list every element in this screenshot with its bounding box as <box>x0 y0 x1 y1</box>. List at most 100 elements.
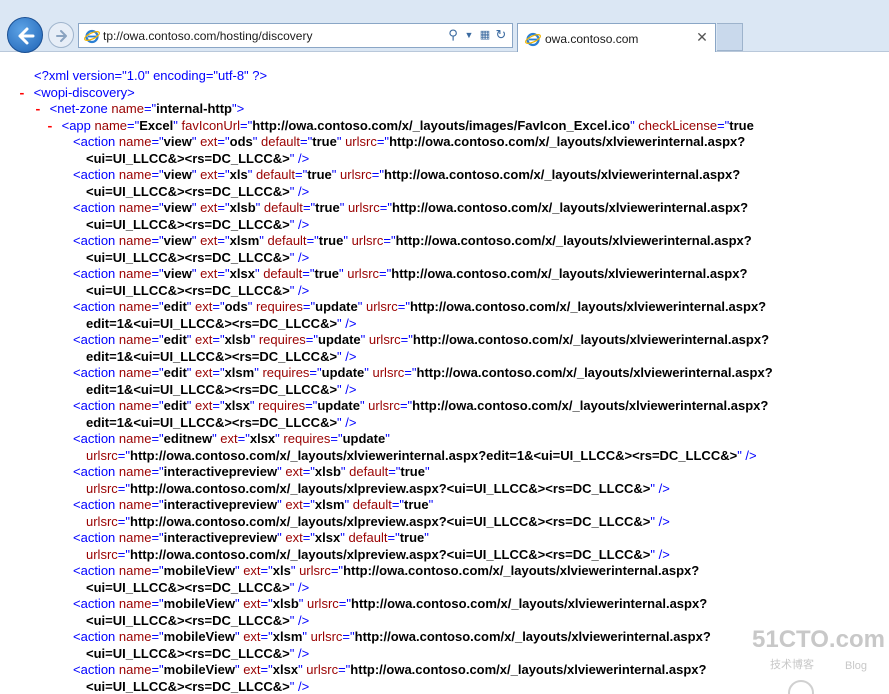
xml-markup: =" <box>217 266 230 281</box>
xml-attribute-name: default <box>267 233 307 248</box>
xml-markup: =" <box>212 365 225 380</box>
xml-markup: " <box>340 464 350 479</box>
xml-attribute-name: requires <box>255 299 303 314</box>
tab-owa[interactable]: owa.contoso.com ✕ <box>517 23 716 52</box>
xml-attribute-name: name <box>118 365 152 380</box>
xml-markup: =" <box>305 332 319 347</box>
xml-attribute-value: update <box>318 332 361 347</box>
xml-markup: " <box>424 530 429 545</box>
xml-attribute-value: edit=1&<ui=UI_LLCC&><rs=DC_LLCC&> <box>86 348 338 364</box>
xml-attribute-value: <ui=UI_LLCC&><rs=DC_LLCC&> <box>86 216 290 232</box>
xml-attribute-name: name <box>118 530 152 545</box>
xml-markup: " <box>234 662 244 677</box>
xml-attribute-name: urlsrc <box>86 447 118 463</box>
xml-markup: =" <box>338 662 351 677</box>
collapse-toggle[interactable]: - <box>18 86 34 101</box>
tab-ie-logo-icon <box>525 32 541 47</box>
xml-attribute-value: http://owa.contoso.com/x/_layouts/xlview… <box>416 365 773 380</box>
xml-markup: =" <box>302 200 316 215</box>
xml-attribute-value: mobileView <box>163 662 235 677</box>
xml-markup: =" <box>302 266 315 281</box>
xml-attribute-value: <ui=UI_LLCC&><rs=DC_LLCC&> <box>86 183 290 199</box>
xml-markup: " <box>234 563 244 578</box>
xml-markup: <action <box>73 497 119 512</box>
xml-attribute-name: urlsrc <box>307 596 339 611</box>
address-bar[interactable]: tp://owa.contoso.com/hosting/discovery ⚲… <box>78 23 513 48</box>
compatibility-icon[interactable]: ▦ <box>477 27 493 43</box>
xml-attribute-name: urlsrc <box>365 299 398 314</box>
xml-attribute-value: xlsx <box>249 431 276 446</box>
new-tab-button[interactable] <box>717 23 743 51</box>
xml-line: <action name="edit" ext="xlsm" requires=… <box>73 364 773 381</box>
xml-markup: <?xml version="1.0" encoding="utf-8" ?> <box>34 68 268 83</box>
close-icon[interactable]: ✕ <box>694 29 710 45</box>
xml-attribute-name: name <box>118 266 152 281</box>
xml-markup: =" <box>397 299 410 314</box>
xml-markup: =" <box>127 117 140 133</box>
xml-markup: " /> <box>289 150 310 166</box>
xml-attribute-value: http://owa.contoso.com/x/_layouts/images… <box>252 117 631 133</box>
collapse-toggle[interactable]: - <box>46 119 62 134</box>
xml-attribute-value: <ui=UI_LLCC&><rs=DC_LLCC&> <box>86 678 290 694</box>
xml-markup: " /> <box>650 546 670 562</box>
xml-attribute-value: ods <box>229 134 253 149</box>
search-icon[interactable]: ⚲ <box>445 27 461 43</box>
xml-markup: =" <box>151 629 164 644</box>
back-button[interactable] <box>7 17 43 53</box>
xml-attribute-name: name <box>118 431 152 446</box>
xml-markup: " <box>186 332 196 347</box>
xml-markup: " <box>250 332 259 347</box>
xml-markup: " <box>191 200 201 215</box>
xml-markup: =" <box>151 200 164 215</box>
xml-markup: " <box>249 398 259 413</box>
xml-line: <action name="mobileView" ext="xls" urls… <box>73 562 699 579</box>
xml-markup: =" <box>260 629 273 644</box>
address-text[interactable]: tp://owa.contoso.com/hosting/discovery <box>103 29 312 43</box>
xml-markup: <action <box>73 596 119 611</box>
xml-attribute-name: urlsrc <box>86 480 118 496</box>
xml-attribute-name: ext <box>220 431 238 446</box>
xml-markup: =" <box>306 233 319 248</box>
xml-attribute-name: ext <box>200 134 218 149</box>
dropdown-icon[interactable]: ▼ <box>461 27 477 43</box>
xml-line: - <app name="Excel" favIconUrl="http://o… <box>46 117 754 134</box>
xml-attribute-value: http://owa.contoso.com/x/_layouts/xlview… <box>350 662 707 677</box>
xml-line: <ui=UI_LLCC&><rs=DC_LLCC&>" /> <box>86 249 309 266</box>
xml-attribute-value: xlsx <box>229 266 255 281</box>
xml-attribute-name: name <box>118 167 152 182</box>
xml-markup: " <box>247 167 256 182</box>
xml-attribute-value: update <box>342 431 386 446</box>
xml-markup: " <box>357 299 366 314</box>
xml-markup: <action <box>73 629 119 644</box>
collapse-toggle[interactable]: - <box>34 102 50 117</box>
xml-markup: " /> <box>289 183 310 199</box>
watermark-blog: Blog <box>845 660 868 672</box>
xml-attribute-value: xlsb <box>272 596 299 611</box>
xml-attribute-name: urlsrc <box>368 332 401 347</box>
xml-attribute-value: true <box>314 266 340 281</box>
xml-markup: <action <box>73 563 119 578</box>
xml-line: - <wopi-discovery> <box>18 84 135 101</box>
xml-attribute-name: ext <box>285 464 303 479</box>
xml-markup: <action <box>73 134 119 149</box>
xml-attribute-name: urlsrc <box>310 629 343 644</box>
xml-markup: " /> <box>289 249 310 265</box>
xml-attribute-name: urlsrc <box>368 398 400 413</box>
xml-markup: =" <box>143 101 157 116</box>
xml-attribute-value: mobileView <box>163 563 235 578</box>
forward-button[interactable] <box>48 22 74 48</box>
xml-attribute-name: urlsrc <box>372 365 405 380</box>
xml-markup: =" <box>376 134 390 149</box>
xml-markup: =" <box>391 497 405 512</box>
xml-markup: =" <box>212 299 225 314</box>
xml-markup: =" <box>302 497 315 512</box>
xml-attribute-name: urlsrc <box>347 266 380 281</box>
xml-markup: =" <box>302 530 315 545</box>
xml-markup: <net-zone <box>49 101 112 116</box>
refresh-icon[interactable]: ↻ <box>493 27 509 43</box>
xml-markup: <action <box>73 167 119 182</box>
xml-markup: =" <box>379 266 392 281</box>
xml-line: urlsrc="http://owa.contoso.com/x/_layout… <box>86 447 757 464</box>
xml-markup: " <box>359 398 369 413</box>
xml-attribute-name: requires <box>283 431 331 446</box>
